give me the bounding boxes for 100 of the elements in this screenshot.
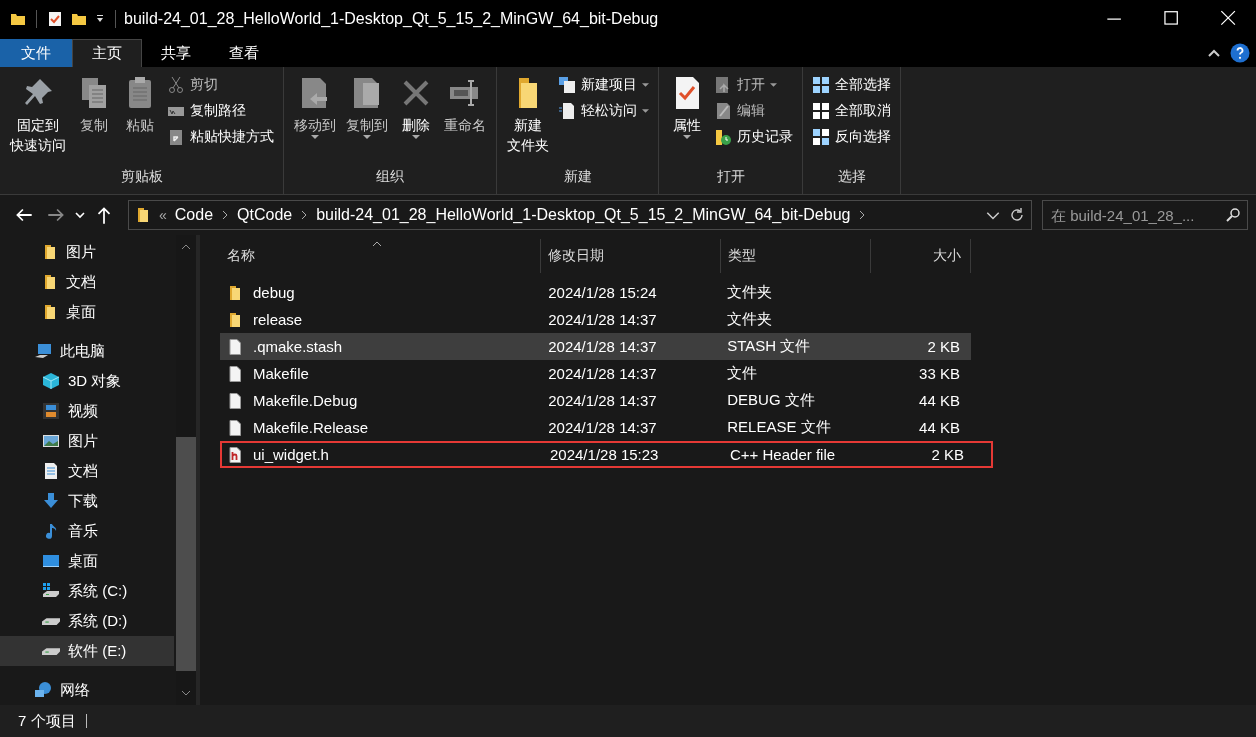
properties-button[interactable]: 属性 (665, 71, 709, 166)
file-name: Makefile.Debug (253, 392, 358, 409)
breadcrumb-segment[interactable]: Code (174, 206, 214, 224)
sidebar-item[interactable]: 系统 (D:) (0, 606, 174, 636)
select-all-icon (812, 76, 830, 94)
history-icon (714, 128, 732, 146)
sidebar-item[interactable]: 3D 对象 (0, 366, 174, 396)
file-icon (227, 365, 243, 382)
sidebar-item[interactable]: 图片 (0, 237, 174, 267)
scroll-up-icon[interactable] (180, 243, 192, 251)
invert-button[interactable]: 反向选择 (809, 125, 894, 149)
delete-button[interactable]: 删除 (394, 71, 438, 166)
address-bar[interactable]: « Code QtCode build-24_01_28_HelloWorld_1-Desktop_Qt_5_15_2_MinGW_64_bit-Debug (128, 200, 1032, 230)
overflow-chevron[interactable]: « (159, 207, 167, 223)
file-row[interactable]: .qmake.stash 2024/1/28 14:37 STASH 文件 2 KB (220, 333, 971, 360)
scissors-icon (167, 76, 185, 94)
properties-icon[interactable] (47, 10, 63, 27)
copypath-button[interactable]: 复制路径 (164, 99, 277, 123)
chevron-right-icon[interactable] (221, 209, 230, 221)
window-title: build-24_01_28_HelloWorld_1-Desktop_Qt_5_15_2_MinGW_64_bit-Debug (124, 9, 659, 28)
date-cell: 2024/1/28 14:37 (548, 419, 657, 436)
ribbon-tab[interactable]: 主页 (72, 39, 142, 67)
ribbon-tab[interactable]: 文件 (0, 39, 72, 67)
file-row[interactable]: debug 2024/1/28 15:24 文件夹 (220, 279, 971, 306)
caret-icon[interactable] (95, 13, 105, 24)
group-label: 剪贴板 (119, 167, 164, 186)
sidebar-item[interactable]: 网络 (0, 675, 174, 705)
column-header[interactable]: 名称 (220, 239, 541, 273)
sidebar-item[interactable]: 系统 (C:) (0, 576, 174, 606)
caret-icon (683, 135, 691, 139)
select-none-icon (812, 102, 830, 120)
file-row[interactable]: release 2024/1/28 14:37 文件夹 (220, 306, 971, 333)
sidebar-item[interactable]: 视频 (0, 396, 174, 426)
sidebar-item[interactable]: 下载 (0, 486, 174, 516)
drive-icon (42, 647, 60, 655)
sidebar-item[interactable]: 文档 (0, 456, 174, 486)
breadcrumb-segment[interactable]: build-24_01_28_HelloWorld_1-Desktop_Qt_5_15_2_MinGW_64_bit-Debug (316, 206, 851, 224)
folder-icon (135, 207, 151, 223)
file-icon (227, 392, 243, 409)
pasteshortcut-button[interactable]: 粘贴快捷方式 (164, 125, 277, 149)
type-cell: DEBUG 文件 (727, 391, 815, 410)
file-row[interactable]: Makefile.Debug 2024/1/28 14:37 DEBUG 文件 44 KB (220, 387, 971, 414)
easyaccess-button[interactable]: 轻松访问 (555, 99, 652, 123)
column-header[interactable]: 修改日期 (541, 239, 721, 273)
file-row[interactable]: ui_widget.h 2024/1/28 15:23 C++ Header file 2 KB (220, 441, 993, 468)
file-name: .qmake.stash (253, 338, 343, 355)
refresh-icon[interactable] (1009, 207, 1025, 223)
caret-icon (363, 135, 371, 139)
search-icon (1225, 207, 1241, 223)
scroll-down-icon[interactable] (180, 689, 192, 697)
size-cell: 44 KB (919, 392, 960, 409)
drive-icon (42, 617, 60, 625)
size-cell: 44 KB (919, 419, 960, 436)
film-icon (42, 402, 60, 420)
newitem-button[interactable]: 新建项目 (555, 73, 652, 97)
caret-icon (770, 83, 777, 87)
chevron-right-icon[interactable] (300, 209, 309, 221)
chevron-right-icon[interactable] (858, 209, 867, 221)
column-header[interactable]: 类型 (721, 239, 871, 273)
ribbon-tab[interactable]: 共享 (142, 39, 210, 67)
sidebar-item[interactable]: 此电脑 (0, 336, 174, 366)
sidebar-item[interactable]: 音乐 (0, 516, 174, 546)
size-cell: 33 KB (919, 365, 960, 382)
invert-selection-icon (812, 128, 830, 146)
folder-icon (42, 274, 58, 290)
breadcrumb-segment[interactable]: QtCode (237, 206, 293, 224)
pin-button[interactable]: 固定到 快速访问 (6, 71, 70, 166)
caret-icon (311, 135, 319, 139)
sidebar-item[interactable]: 文档 (0, 267, 174, 297)
caret-icon (642, 83, 649, 87)
selectnone-button[interactable]: 全部取消 (809, 99, 894, 123)
history-button[interactable]: 历史记录 (711, 125, 796, 149)
folder-icon (42, 304, 58, 320)
help-icon[interactable] (1230, 43, 1250, 63)
folder-button[interactable]: 新建 文件夹 (503, 71, 553, 166)
new-item-icon (558, 76, 576, 94)
sidebar-item[interactable]: 图片 (0, 426, 174, 456)
drive-icon (42, 582, 60, 600)
group-label: 打开 (715, 167, 746, 186)
size-cell: 2 KB (927, 338, 960, 355)
file-row[interactable]: Makefile.Release 2024/1/28 14:37 RELEASE 文件 44 KB (220, 414, 971, 441)
paste-shortcut-icon (167, 128, 185, 146)
search-field[interactable]: 在 build-24_01_28_... (1042, 200, 1248, 230)
file-row[interactable]: Makefile 2024/1/28 14:37 文件 33 KB (220, 360, 971, 387)
desktop-icon (42, 552, 60, 570)
group-label: 组织 (375, 167, 405, 186)
date-cell: 2024/1/28 14:37 (548, 311, 657, 328)
edit-icon (714, 102, 732, 120)
sidebar-item[interactable]: 桌面 (0, 297, 174, 327)
item-count: 7 个项目 (18, 711, 76, 731)
sidebar-item[interactable]: 桌面 (0, 546, 174, 576)
selectall-button[interactable]: 全部选择 (809, 73, 894, 97)
cube-icon (42, 372, 60, 390)
ribbon-tab[interactable]: 查看 (210, 39, 278, 67)
date-cell: 2024/1/28 15:24 (548, 284, 657, 301)
file-name: ui_widget.h (253, 446, 329, 463)
column-header[interactable]: 大小 (871, 239, 971, 273)
folder-icon (227, 311, 243, 328)
group-label: 新建 (562, 167, 593, 186)
sidebar-item[interactable]: 软件 (E:) (0, 636, 174, 666)
